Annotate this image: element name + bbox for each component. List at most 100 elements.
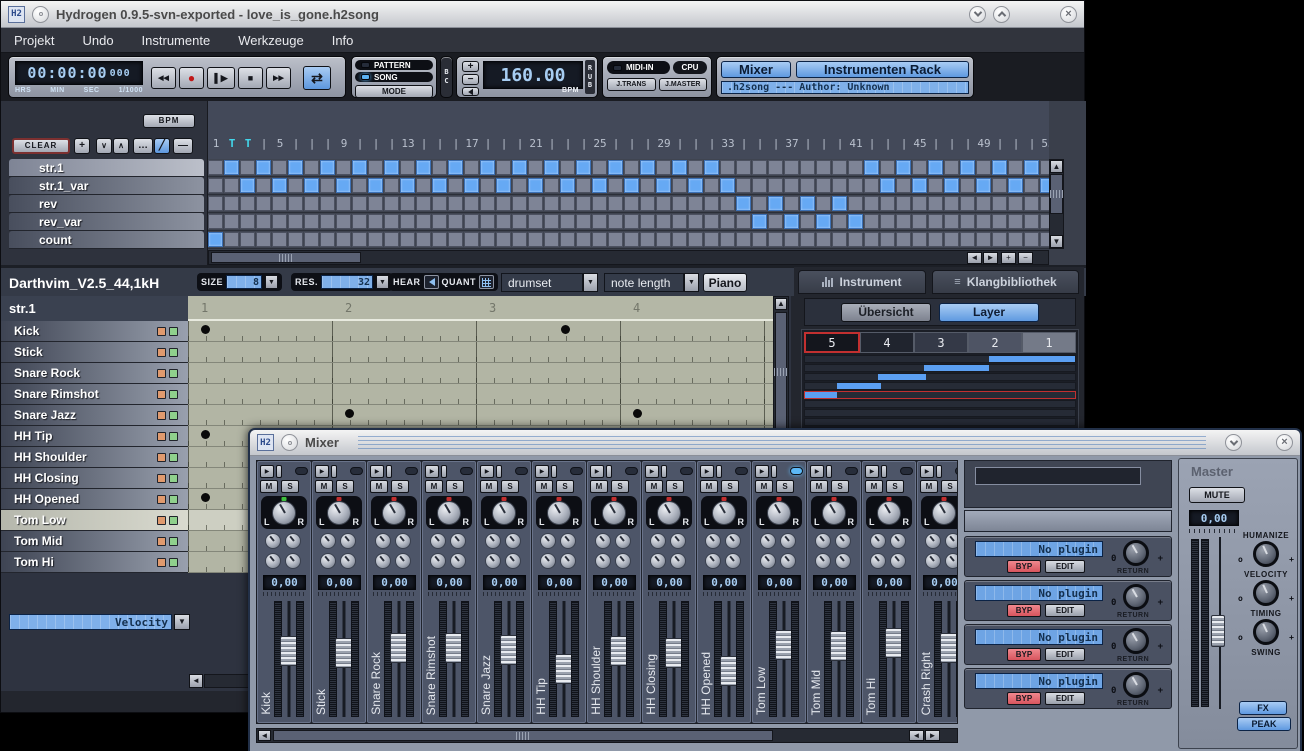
fx-send-knob[interactable] bbox=[650, 553, 666, 569]
channel-play-button[interactable]: ▶ bbox=[700, 465, 714, 478]
note[interactable] bbox=[201, 430, 210, 439]
fx-send-knob[interactable] bbox=[265, 533, 281, 549]
instrument-solo-button[interactable] bbox=[169, 495, 178, 504]
fx-send-knob[interactable] bbox=[505, 553, 521, 569]
mixer-hscroll-thumb[interactable] bbox=[273, 730, 773, 741]
song-zoom-out[interactable]: − bbox=[1018, 252, 1033, 264]
song-cell[interactable] bbox=[960, 178, 975, 193]
timeline-mark[interactable]: | bbox=[384, 137, 400, 150]
song-hscroll-right[interactable]: ► bbox=[983, 252, 998, 264]
fx-send-knob[interactable] bbox=[395, 553, 411, 569]
channel-mute-button[interactable]: M bbox=[370, 480, 388, 493]
pattern-vscroll-up[interactable]: ▲ bbox=[775, 298, 787, 310]
layer-header-5[interactable]: 5 bbox=[804, 332, 860, 353]
channel-pan-knob[interactable] bbox=[602, 501, 626, 525]
song-cell[interactable] bbox=[896, 232, 911, 247]
song-cell[interactable] bbox=[880, 232, 895, 247]
song-cell[interactable] bbox=[944, 196, 959, 211]
timeline-mark[interactable]: | bbox=[704, 137, 720, 150]
shade-down-button[interactable] bbox=[969, 6, 986, 23]
pattern-grid-row[interactable] bbox=[188, 321, 773, 342]
move-pattern-down-button[interactable]: ∨ bbox=[96, 138, 112, 154]
jack-transport-button[interactable]: J.TRANS bbox=[607, 78, 656, 91]
song-cell[interactable] bbox=[464, 214, 479, 229]
fx-return-knob[interactable] bbox=[1123, 540, 1149, 566]
note-length-select[interactable]: note length ▼ bbox=[604, 273, 699, 292]
timeline-mark[interactable]: | bbox=[1008, 137, 1024, 150]
song-cell[interactable] bbox=[336, 232, 351, 247]
song-cell[interactable] bbox=[448, 232, 463, 247]
layer-row[interactable] bbox=[804, 409, 1076, 417]
instrument-mute-button[interactable] bbox=[157, 432, 166, 441]
song-cell[interactable] bbox=[608, 160, 623, 175]
mixer-titlebar[interactable]: H2 Mixer × bbox=[250, 430, 1300, 456]
timeline-mark[interactable]: | bbox=[544, 137, 560, 150]
song-hscroll-track[interactable]: ◄ ► + − bbox=[208, 250, 1049, 265]
fx-send-knob[interactable] bbox=[265, 553, 281, 569]
mode-switch-button[interactable]: MODE bbox=[355, 85, 433, 98]
mixer-hscroll-arrow-right[interactable]: ► bbox=[925, 730, 940, 741]
song-cell[interactable] bbox=[656, 160, 671, 175]
layer-velocity-bar[interactable] bbox=[924, 365, 989, 371]
song-sequence-row[interactable] bbox=[208, 177, 1049, 195]
channel-mute-button[interactable]: M bbox=[590, 480, 608, 493]
instrument-row-hh-tip[interactable]: HH Tip bbox=[1, 426, 188, 447]
song-cell[interactable] bbox=[912, 178, 927, 193]
channel-play-button[interactable]: ▶ bbox=[920, 465, 934, 478]
channel-pan-knob[interactable] bbox=[437, 501, 461, 525]
timeline-mark[interactable]: 9 bbox=[336, 137, 352, 150]
song-cell[interactable] bbox=[480, 232, 495, 247]
layer-row[interactable] bbox=[804, 418, 1076, 426]
song-cell[interactable] bbox=[240, 232, 255, 247]
fx-send-knob[interactable] bbox=[670, 553, 686, 569]
beat-counter-strip[interactable]: BC bbox=[440, 56, 453, 98]
song-cell[interactable] bbox=[944, 232, 959, 247]
song-cell[interactable] bbox=[336, 178, 351, 193]
song-cell[interactable] bbox=[800, 232, 815, 247]
song-cell[interactable] bbox=[928, 178, 943, 193]
song-cell[interactable] bbox=[656, 214, 671, 229]
song-cell[interactable] bbox=[608, 232, 623, 247]
fx-bypass-button[interactable]: BYP bbox=[1007, 560, 1041, 573]
fx-send-knob[interactable] bbox=[725, 553, 741, 569]
mixer-shade-button[interactable] bbox=[1225, 434, 1242, 451]
song-cell[interactable] bbox=[256, 232, 271, 247]
timeline-mark[interactable]: | bbox=[448, 137, 464, 150]
fx-send-knob[interactable] bbox=[705, 533, 721, 549]
song-cell[interactable] bbox=[752, 196, 767, 211]
song-cell[interactable] bbox=[720, 214, 735, 229]
channel-fader-track[interactable] bbox=[944, 601, 954, 717]
channel-mute-button[interactable]: M bbox=[315, 480, 333, 493]
pattern-grid-row[interactable] bbox=[188, 405, 773, 426]
song-cell[interactable] bbox=[912, 196, 927, 211]
channel-mute-button[interactable]: M bbox=[535, 480, 553, 493]
song-cell[interactable] bbox=[848, 232, 863, 247]
channel-play-button[interactable]: ▶ bbox=[755, 465, 769, 478]
song-cell[interactable] bbox=[448, 160, 463, 175]
fx-edit-button[interactable]: EDIT bbox=[1045, 604, 1085, 617]
song-cell[interactable] bbox=[1040, 178, 1049, 193]
song-cell[interactable] bbox=[976, 232, 991, 247]
song-cell[interactable] bbox=[320, 214, 335, 229]
song-cell[interactable] bbox=[976, 196, 991, 211]
song-cell[interactable] bbox=[800, 196, 815, 211]
song-sequence-row[interactable] bbox=[208, 231, 1049, 249]
channel-fader-track[interactable] bbox=[889, 601, 899, 717]
timeline-mark[interactable]: | bbox=[800, 137, 816, 150]
song-cell[interactable] bbox=[224, 232, 239, 247]
song-cell[interactable] bbox=[608, 214, 623, 229]
song-cell[interactable] bbox=[816, 232, 831, 247]
song-cell[interactable] bbox=[832, 160, 847, 175]
song-cell[interactable] bbox=[944, 214, 959, 229]
song-cell[interactable] bbox=[880, 196, 895, 211]
fx-return-knob[interactable] bbox=[1123, 672, 1149, 698]
channel-fader-track[interactable] bbox=[724, 601, 734, 717]
song-cell[interactable] bbox=[432, 232, 447, 247]
song-vscroll-up[interactable]: ▲ bbox=[1050, 160, 1063, 173]
instrument-solo-button[interactable] bbox=[169, 537, 178, 546]
song-cell[interactable] bbox=[544, 214, 559, 229]
fx-send-knob[interactable] bbox=[890, 533, 906, 549]
song-cell[interactable] bbox=[736, 160, 751, 175]
fx-send-knob[interactable] bbox=[320, 553, 336, 569]
song-cell[interactable] bbox=[496, 214, 511, 229]
